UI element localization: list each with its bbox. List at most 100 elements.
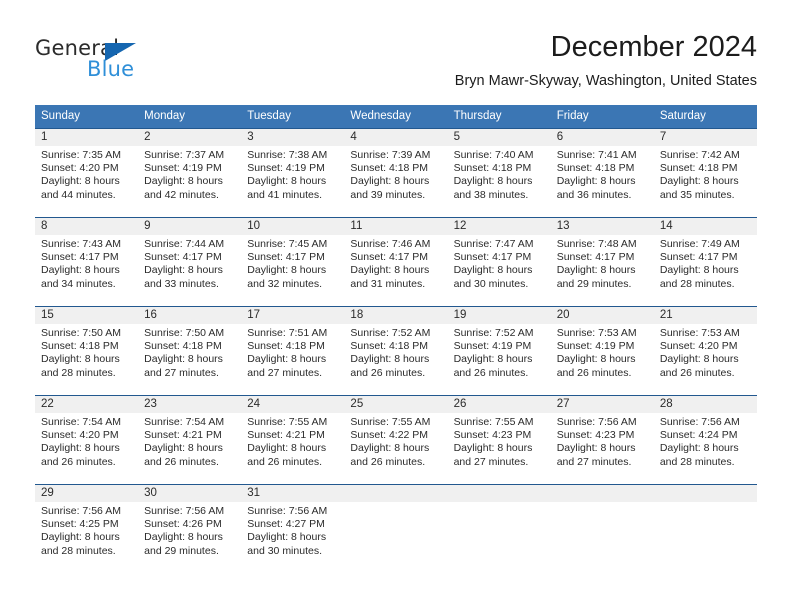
sunset-text: Sunset: 4:23 PM: [453, 429, 532, 442]
day-number: 18: [344, 307, 448, 324]
daylight-text: Daylight: 8 hours: [453, 353, 533, 366]
day-number: 3: [241, 129, 345, 146]
daylight-text: Daylight: 8 hours: [41, 175, 120, 188]
sunrise-text: Sunrise: 7:54 AM: [41, 416, 121, 428]
day-details: Sunrise: 7:52 AM Sunset: 4:19 PM Daylight:…: [448, 324, 551, 380]
daylight-text: Daylight: 8 hours: [350, 353, 430, 366]
day-cell-inner: 8 Sunrise: 7:43 AM Sunset: 4:17 PM Daylight…: [35, 218, 139, 306]
day-details: Sunrise: 7:52 AM Sunset: 4:18 PM Daylight:…: [344, 324, 447, 380]
calendar-empty-cell: [550, 484, 654, 573]
sunrise-text: Sunrise: 7:55 AM: [247, 416, 328, 428]
calendar-day-cell[interactable]: 24 Sunrise: 7:55 AM Sunset: 4:21 PM Dayligh…: [241, 395, 345, 485]
calendar-day-cell[interactable]: 8 Sunrise: 7:43 AM Sunset: 4:17 PM Daylight…: [35, 217, 139, 307]
calendar-day-cell[interactable]: 5 Sunrise: 7:40 AM Sunset: 4:18 PM Daylight…: [447, 128, 551, 218]
sunset-text: Sunset: 4:18 PM: [453, 162, 532, 175]
column-header-tuesday: Tuesday: [241, 105, 345, 129]
day-cell-inner: [447, 485, 551, 573]
day-cell-inner: 9 Sunrise: 7:44 AM Sunset: 4:17 PM Daylight…: [138, 218, 242, 306]
day-number: 17: [241, 307, 345, 324]
day-details: [448, 502, 551, 505]
calendar-day-cell[interactable]: 27 Sunrise: 7:56 AM Sunset: 4:23 PM Dayligh…: [550, 395, 654, 485]
calendar-day-cell[interactable]: 31 Sunrise: 7:56 AM Sunset: 4:27 PM Dayligh…: [241, 484, 345, 573]
day-number: 23: [138, 396, 242, 413]
calendar-day-cell[interactable]: 12 Sunrise: 7:47 AM Sunset: 4:17 PM Dayligh…: [447, 217, 551, 307]
daylight-text: and 26 minutes.: [659, 366, 735, 379]
daylight-text: Daylight: 8 hours: [247, 531, 327, 544]
sunrise-text: Sunrise: 7:42 AM: [659, 149, 740, 161]
day-cell-inner: 29 Sunrise: 7:56 AM Sunset: 4:25 PM Dayligh…: [35, 485, 139, 573]
calendar-day-cell[interactable]: 14 Sunrise: 7:49 AM Sunset: 4:17 PM Dayligh…: [653, 217, 757, 307]
calendar-day-cell[interactable]: 10 Sunrise: 7:45 AM Sunset: 4:17 PM Dayligh…: [241, 217, 345, 307]
day-details: Sunrise: 7:48 AM Sunset: 4:17 PM Daylight:…: [551, 235, 654, 291]
sunset-text: Sunset: 4:27 PM: [247, 518, 325, 531]
daylight-text: and 30 minutes.: [247, 544, 322, 557]
calendar-day-cell[interactable]: 15 Sunrise: 7:50 AM Sunset: 4:18 PM Dayligh…: [35, 306, 139, 396]
calendar-day-cell[interactable]: 6 Sunrise: 7:41 AM Sunset: 4:18 PM Daylight…: [550, 128, 654, 218]
day-details: Sunrise: 7:43 AM Sunset: 4:17 PM Daylight:…: [35, 235, 138, 291]
day-number: 14: [653, 218, 757, 235]
day-cell-inner: 1 Sunrise: 7:35 AM Sunset: 4:20 PM Daylight…: [35, 129, 139, 217]
daylight-text: and 42 minutes.: [144, 188, 219, 201]
daylight-text: and 36 minutes.: [556, 188, 632, 201]
calendar-day-cell[interactable]: 13 Sunrise: 7:48 AM Sunset: 4:17 PM Dayligh…: [550, 217, 654, 307]
day-number: 10: [241, 218, 345, 235]
daylight-text: and 27 minutes.: [556, 455, 632, 468]
calendar-day-cell[interactable]: 9 Sunrise: 7:44 AM Sunset: 4:17 PM Daylight…: [138, 217, 242, 307]
daylight-text: Daylight: 8 hours: [41, 264, 120, 277]
sunrise-text: Sunrise: 7:56 AM: [247, 505, 328, 517]
day-cell-inner: [550, 485, 654, 573]
calendar-page: General Blue December 2024 Bryn Mawr-Sky…: [0, 0, 792, 612]
calendar-day-cell[interactable]: 17 Sunrise: 7:51 AM Sunset: 4:18 PM Dayligh…: [241, 306, 345, 396]
calendar-day-cell[interactable]: 22 Sunrise: 7:54 AM Sunset: 4:20 PM Dayligh…: [35, 395, 139, 485]
calendar-day-cell[interactable]: 18 Sunrise: 7:52 AM Sunset: 4:18 PM Dayligh…: [344, 306, 448, 396]
day-details: Sunrise: 7:38 AM Sunset: 4:19 PM Daylight:…: [241, 146, 344, 202]
sunset-text: Sunset: 4:17 PM: [41, 251, 119, 264]
calendar-day-cell[interactable]: 26 Sunrise: 7:55 AM Sunset: 4:23 PM Dayligh…: [447, 395, 551, 485]
sunrise-text: Sunrise: 7:38 AM: [247, 149, 328, 161]
sunset-text: Sunset: 4:20 PM: [659, 340, 738, 353]
calendar-week-row: 29 Sunrise: 7:56 AM Sunset: 4:25 PM Dayligh…: [35, 484, 757, 573]
day-number: 30: [138, 485, 242, 502]
calendar-day-cell[interactable]: 16 Sunrise: 7:50 AM Sunset: 4:18 PM Dayligh…: [138, 306, 242, 396]
day-number: 2: [138, 129, 242, 146]
sunset-text: Sunset: 4:18 PM: [556, 162, 635, 175]
calendar-day-cell[interactable]: 3 Sunrise: 7:38 AM Sunset: 4:19 PM Daylight…: [241, 128, 345, 218]
sunset-text: Sunset: 4:25 PM: [41, 518, 119, 531]
sunrise-text: Sunrise: 7:52 AM: [350, 327, 431, 339]
calendar-day-cell[interactable]: 11 Sunrise: 7:46 AM Sunset: 4:17 PM Dayligh…: [344, 217, 448, 307]
calendar-day-cell[interactable]: 20 Sunrise: 7:53 AM Sunset: 4:19 PM Dayligh…: [550, 306, 654, 396]
calendar-day-cell[interactable]: 2 Sunrise: 7:37 AM Sunset: 4:19 PM Daylight…: [138, 128, 242, 218]
daylight-text: Daylight: 8 hours: [556, 353, 636, 366]
sunset-text: Sunset: 4:17 PM: [556, 251, 635, 264]
calendar-day-cell[interactable]: 23 Sunrise: 7:54 AM Sunset: 4:21 PM Dayligh…: [138, 395, 242, 485]
calendar-day-cell[interactable]: 29 Sunrise: 7:56 AM Sunset: 4:25 PM Dayligh…: [35, 484, 139, 573]
day-cell-inner: 19 Sunrise: 7:52 AM Sunset: 4:19 PM Dayligh…: [447, 307, 551, 395]
daylight-text: Daylight: 8 hours: [659, 175, 739, 188]
day-cell-inner: 10 Sunrise: 7:45 AM Sunset: 4:17 PM Dayligh…: [241, 218, 345, 306]
day-details: Sunrise: 7:54 AM Sunset: 4:21 PM Daylight:…: [138, 413, 241, 469]
day-details: Sunrise: 7:45 AM Sunset: 4:17 PM Daylight:…: [241, 235, 344, 291]
daylight-text: and 34 minutes.: [41, 277, 116, 290]
sunset-text: Sunset: 4:17 PM: [350, 251, 429, 264]
calendar-day-cell[interactable]: 7 Sunrise: 7:42 AM Sunset: 4:18 PM Daylight…: [653, 128, 757, 218]
daylight-text: Daylight: 8 hours: [41, 531, 120, 544]
sunset-text: Sunset: 4:18 PM: [144, 340, 222, 353]
daylight-text: and 41 minutes.: [247, 188, 322, 201]
day-cell-inner: 27 Sunrise: 7:56 AM Sunset: 4:23 PM Dayligh…: [550, 396, 654, 484]
calendar-day-cell[interactable]: 25 Sunrise: 7:55 AM Sunset: 4:22 PM Dayligh…: [344, 395, 448, 485]
calendar-day-cell[interactable]: 4 Sunrise: 7:39 AM Sunset: 4:18 PM Daylight…: [344, 128, 448, 218]
calendar-day-cell[interactable]: 28 Sunrise: 7:56 AM Sunset: 4:24 PM Dayligh…: [653, 395, 757, 485]
daylight-text: and 27 minutes.: [453, 455, 529, 468]
general-blue-logo[interactable]: General Blue: [35, 36, 215, 84]
day-number: 20: [550, 307, 654, 324]
day-details: Sunrise: 7:56 AM Sunset: 4:24 PM Daylight:…: [654, 413, 757, 469]
day-cell-inner: 31 Sunrise: 7:56 AM Sunset: 4:27 PM Dayligh…: [241, 485, 345, 573]
calendar-day-cell[interactable]: 30 Sunrise: 7:56 AM Sunset: 4:26 PM Dayligh…: [138, 484, 242, 573]
sunset-text: Sunset: 4:24 PM: [659, 429, 738, 442]
day-details: Sunrise: 7:56 AM Sunset: 4:25 PM Daylight:…: [35, 502, 138, 558]
calendar-day-cell[interactable]: 19 Sunrise: 7:52 AM Sunset: 4:19 PM Dayligh…: [447, 306, 551, 396]
day-number: 19: [447, 307, 551, 324]
day-details: Sunrise: 7:56 AM Sunset: 4:27 PM Daylight:…: [241, 502, 344, 558]
calendar-day-cell[interactable]: 1 Sunrise: 7:35 AM Sunset: 4:20 PM Daylight…: [35, 128, 139, 218]
calendar-day-cell[interactable]: 21 Sunrise: 7:53 AM Sunset: 4:20 PM Dayligh…: [653, 306, 757, 396]
